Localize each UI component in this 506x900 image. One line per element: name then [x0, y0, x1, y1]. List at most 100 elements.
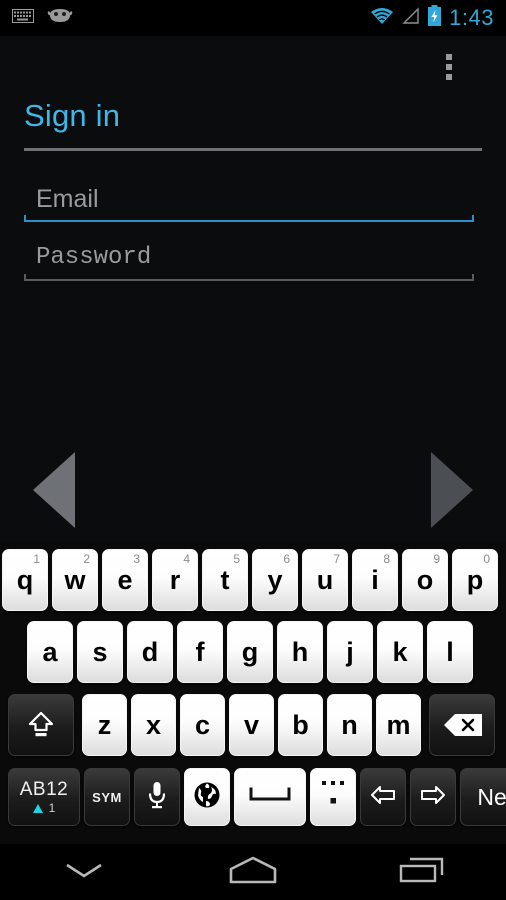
email-field-underline	[24, 215, 474, 222]
enter-key-label: Next	[477, 783, 506, 810]
next-button[interactable]	[431, 452, 473, 528]
key-s[interactable]: s	[77, 621, 123, 683]
key-letter-label: s	[92, 636, 108, 667]
keyboard-row-2: a s d f g h j k l	[0, 621, 506, 683]
previous-button[interactable]	[33, 452, 75, 528]
recents-icon	[397, 855, 447, 890]
key-u[interactable]: 7 u	[302, 549, 348, 611]
system-navigation-bar	[0, 844, 506, 900]
key-z[interactable]: z	[82, 694, 127, 756]
key-letter-label: v	[243, 709, 260, 740]
key-c[interactable]: c	[180, 694, 225, 756]
key-number-label: 8	[383, 552, 390, 566]
enter-key[interactable]: Next	[460, 768, 506, 826]
key-letter-label: z	[97, 709, 112, 740]
key-t[interactable]: 5 t	[202, 549, 248, 611]
android-face-icon	[46, 6, 74, 30]
key-number-label: 9	[433, 552, 440, 566]
email-field[interactable]: Email	[24, 182, 474, 222]
key-a[interactable]: a	[27, 621, 73, 683]
key-y[interactable]: 6 y	[252, 549, 298, 611]
key-o[interactable]: 9 o	[402, 549, 448, 611]
keyboard-row-3: z x c v b n m	[0, 694, 506, 756]
arrow-left-key[interactable]	[360, 768, 406, 826]
key-f[interactable]: f	[177, 621, 223, 683]
email-field-placeholder: Email	[36, 185, 99, 213]
status-bar-right-icons: 1:43	[370, 4, 506, 32]
overflow-dot-icon	[446, 64, 452, 70]
key-d[interactable]: d	[127, 621, 173, 683]
hide-keyboard-button[interactable]	[0, 844, 169, 900]
key-v[interactable]: v	[229, 694, 274, 756]
key-number-label: 1	[33, 552, 40, 566]
key-k[interactable]: k	[377, 621, 423, 683]
key-letter-label: k	[392, 636, 408, 667]
key-letter-label: u	[316, 564, 334, 595]
status-bar-left-icons	[0, 6, 74, 30]
arrow-left-icon	[369, 783, 397, 812]
key-letter-label: a	[42, 636, 58, 667]
key-number-label: 7	[333, 552, 340, 566]
key-letter-label: p	[466, 564, 484, 595]
key-r[interactable]: 4 r	[152, 549, 198, 611]
password-field-underline	[24, 274, 474, 281]
key-q[interactable]: 1 q	[2, 549, 48, 611]
key-letter-label: g	[241, 636, 259, 667]
mode-key-labels: AB12 1	[20, 780, 68, 814]
wifi-icon	[370, 7, 394, 30]
key-letter-label: m	[386, 709, 411, 740]
backspace-key[interactable]	[429, 694, 495, 756]
sym-key-label: SYM	[92, 789, 122, 805]
key-h[interactable]: h	[277, 621, 323, 683]
key-letter-label: r	[169, 564, 181, 595]
home-button[interactable]	[169, 844, 338, 900]
keyboard-icon	[12, 8, 34, 28]
microphone-icon	[147, 780, 167, 815]
period-key[interactable]	[310, 768, 356, 826]
key-letter-label: t	[220, 564, 230, 595]
title-divider	[24, 148, 482, 151]
key-number-label: 6	[283, 552, 290, 566]
sym-key[interactable]: SYM	[84, 768, 130, 826]
key-l[interactable]: l	[427, 621, 473, 683]
arrow-right-key[interactable]	[410, 768, 456, 826]
key-w[interactable]: 2 w	[52, 549, 98, 611]
battery-charging-icon	[427, 4, 442, 32]
key-x[interactable]: x	[131, 694, 176, 756]
mode-key-sub-row: 1	[32, 802, 55, 814]
page-title: Sign in	[24, 98, 121, 133]
key-e[interactable]: 3 e	[102, 549, 148, 611]
home-icon	[225, 855, 281, 890]
password-field[interactable]: Password	[24, 241, 474, 281]
shift-icon	[26, 710, 56, 740]
language-key[interactable]	[184, 768, 230, 826]
key-letter-label: q	[16, 564, 34, 595]
microphone-key[interactable]	[134, 768, 180, 826]
key-letter-label: w	[64, 564, 86, 595]
backspace-icon	[442, 712, 482, 738]
shift-key[interactable]	[8, 694, 74, 756]
globe-icon	[192, 780, 222, 815]
key-letter-label: i	[371, 564, 379, 595]
key-b[interactable]: b	[278, 694, 323, 756]
mode-key-main-label: AB12	[19, 779, 69, 800]
key-letter-label: o	[416, 564, 434, 595]
key-letter-label: e	[117, 564, 133, 595]
key-j[interactable]: j	[327, 621, 373, 683]
key-letter-label: y	[267, 564, 283, 595]
key-letter-label: c	[194, 709, 211, 740]
key-number-label: 3	[133, 552, 140, 566]
key-m[interactable]: m	[376, 694, 421, 756]
signal-icon	[401, 6, 420, 30]
key-i[interactable]: 8 i	[352, 549, 398, 611]
space-key[interactable]	[234, 768, 306, 826]
key-n[interactable]: n	[327, 694, 372, 756]
recents-button[interactable]	[337, 844, 506, 900]
key-p[interactable]: 0 p	[452, 549, 498, 611]
symbol-mode-key[interactable]: AB12 1	[8, 768, 80, 826]
key-letter-label: d	[141, 636, 159, 667]
password-field-placeholder: Password	[36, 244, 152, 271]
key-letter-label: n	[341, 709, 358, 740]
key-g[interactable]: g	[227, 621, 273, 683]
overflow-menu-button[interactable]	[440, 48, 458, 86]
